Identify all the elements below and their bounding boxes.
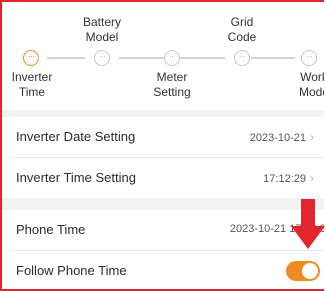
inverter-time-value: 17:12:29	[263, 173, 306, 185]
step-3-ellipsis-icon[interactable]: ···	[164, 50, 180, 66]
stepper-connector	[47, 57, 85, 59]
step-2-ellipsis-icon[interactable]: ···	[94, 50, 110, 66]
annotation-arrow-down-icon	[291, 199, 325, 249]
inverter-date-value-wrap: 2023-10-21 ›	[250, 130, 314, 144]
toggle-knob	[302, 263, 318, 279]
step-5-label: Work Mode	[298, 70, 324, 99]
inverter-time-row[interactable]: Inverter Time Setting 17:12:29 ›	[2, 158, 324, 198]
inverter-date-value: 2023-10-21	[249, 132, 306, 144]
screen-frame: ··· Inverter Time ··· Battery Model ··· …	[0, 0, 324, 291]
step-2-label: Battery Model	[82, 15, 121, 44]
inverter-date-row[interactable]: Inverter Date Setting 2023-10-21 ›	[2, 117, 324, 157]
inverter-time-value-wrap: 17:12:29 ›	[263, 171, 314, 185]
step-1-label: Inverter Time	[11, 70, 53, 99]
step-1-ellipsis-icon[interactable]: ···	[23, 50, 39, 66]
inverter-date-label: Inverter Date Setting	[16, 129, 136, 144]
step-4-label: Grid Code	[227, 15, 257, 44]
step-4-ellipsis-icon[interactable]: ···	[234, 50, 250, 66]
stepper-connector	[251, 57, 295, 59]
setup-stepper: ··· Inverter Time ··· Battery Model ··· …	[2, 2, 324, 110]
chevron-right-icon: ›	[310, 130, 314, 144]
follow-phone-time-row: Follow Phone Time	[2, 251, 324, 289]
inverter-time-label: Inverter Time Setting	[16, 170, 136, 185]
follow-phone-time-toggle[interactable]	[286, 261, 320, 281]
stepper-connector	[119, 57, 164, 59]
follow-phone-time-label: Follow Phone Time	[16, 263, 127, 278]
stepper-connector	[180, 57, 225, 59]
chevron-right-icon: ›	[310, 171, 314, 185]
phone-time-label: Phone Time	[16, 222, 86, 237]
step-5-ellipsis-icon[interactable]: ···	[301, 50, 317, 66]
step-3-label: Meter Setting	[153, 70, 191, 99]
phone-time-row: Phone Time 2023-10-21 17:12:32	[2, 210, 324, 250]
